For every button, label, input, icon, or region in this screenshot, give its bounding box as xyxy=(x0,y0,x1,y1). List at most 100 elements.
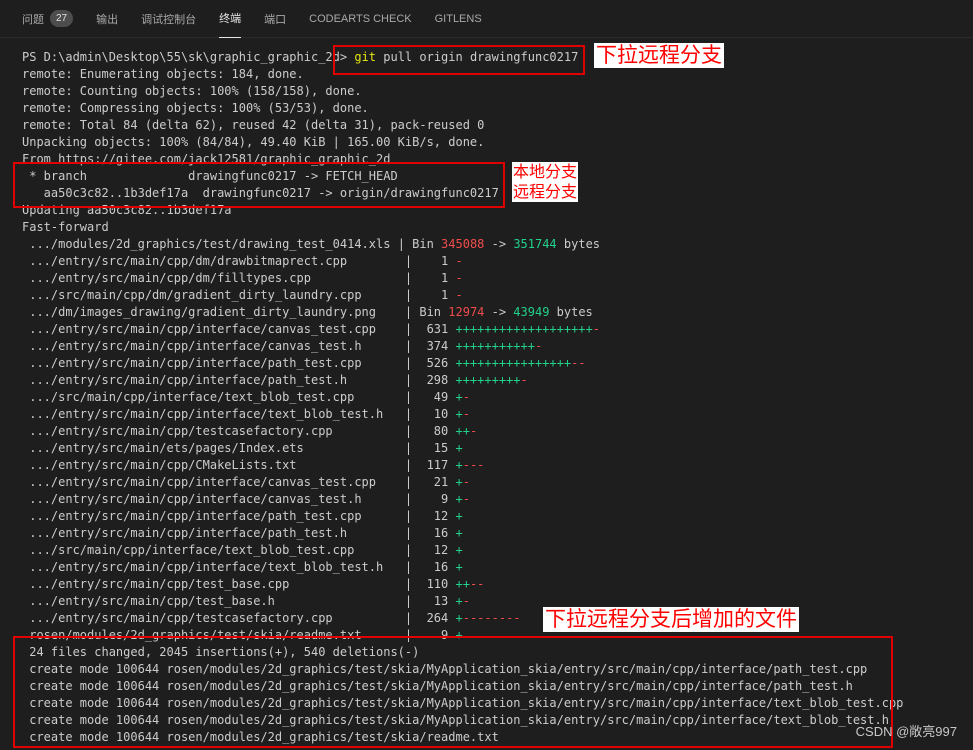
tab-label: 问题 xyxy=(22,13,44,26)
diffstat-plus: ++ xyxy=(455,577,470,591)
terminal-line: Fast-forward xyxy=(22,220,109,234)
diffstat-file: .../src/main/cpp/interface/text_blob_tes… xyxy=(22,390,405,404)
annotation-pull-remote: 下拉远程分支 xyxy=(594,43,724,68)
diffstat-count: 110 xyxy=(419,577,456,591)
diffstat-row: .../entry/src/main/cpp/interface/path_te… xyxy=(22,372,967,389)
diffstat-file: .../entry/src/main/cpp/testcasefactory.c… xyxy=(22,424,405,438)
diffstat-minus: - xyxy=(462,594,470,608)
diffstat-minus: - xyxy=(462,492,470,506)
diffstat-row: .../entry/src/main/cpp/interface/canvas_… xyxy=(22,491,967,508)
diffstat-file: .../entry/src/main/cpp/interface/canvas_… xyxy=(22,475,405,489)
diffstat-size-to: 351744 xyxy=(513,237,557,251)
tab-4[interactable]: 端口 xyxy=(264,0,286,38)
terminal-line: aa50c3c82..1b3def17a drawingfunc0217 -> … xyxy=(22,186,499,200)
prompt-line: PS D:\admin\Desktop\55\sk\graphic_graphi… xyxy=(22,49,967,66)
diffstat-file: .../entry/src/main/ets/pages/Index.ets xyxy=(22,441,405,455)
diffstat-unit: bytes xyxy=(549,305,593,319)
diffstat-separator: | xyxy=(404,271,420,285)
diffstat-separator: | xyxy=(404,339,420,353)
diffstat-file: .../modules/2d_graphics/test/drawing_tes… xyxy=(22,237,398,251)
diffstat-separator: | xyxy=(404,509,420,523)
diffstat-row: .../entry/src/main/cpp/test_base.h | 13 … xyxy=(22,593,967,610)
diffstat-minus: - xyxy=(462,475,470,489)
tab-6[interactable]: GITLENS xyxy=(435,0,482,38)
diffstat-row: .../entry/src/main/cpp/testcasefactory.c… xyxy=(22,610,967,627)
diffstat-count: 12 xyxy=(419,543,456,557)
diffstat-minus: - xyxy=(520,373,528,387)
diffstat-separator: | xyxy=(404,611,420,625)
tab-5[interactable]: CODEARTS CHECK xyxy=(309,0,411,38)
diffstat-count: 1 xyxy=(419,288,456,302)
diffstat-separator: | xyxy=(404,475,420,489)
diffstat-count: 631 xyxy=(419,322,456,336)
diffstat-row: .../entry/src/main/cpp/CMakeLists.txt | … xyxy=(22,457,967,474)
diffstat-file: .../entry/src/main/cpp/test_base.h xyxy=(22,594,405,608)
diffstat-plus: + xyxy=(455,441,463,455)
annotation-remote-branch: 远程分支 xyxy=(512,182,579,202)
diffstat-plus: + xyxy=(455,560,463,574)
tab-2[interactable]: 调试控制台 xyxy=(141,0,196,38)
terminal-line: Updating aa50c3c82..1b3def17a xyxy=(22,203,232,217)
diffstat-minus: - xyxy=(469,424,478,438)
diffstat-file: .../entry/src/main/cpp/interface/path_te… xyxy=(22,373,405,387)
diffstat-count: 21 xyxy=(419,475,456,489)
diffstat-row: .../entry/src/main/cpp/interface/path_te… xyxy=(22,355,967,372)
diffstat-row: .../entry/src/main/cpp/interface/canvas_… xyxy=(22,474,967,491)
diffstat-minus: - xyxy=(534,339,543,353)
diffstat-row: .../entry/src/main/ets/pages/Index.ets |… xyxy=(22,440,967,457)
diffstat-bin: Bin xyxy=(419,305,449,319)
diffstat-count: 298 xyxy=(419,373,456,387)
tab-label: GITLENS xyxy=(434,12,482,25)
diffstat-row: .../entry/src/main/cpp/interface/path_te… xyxy=(22,508,967,525)
diffstat-file: .../dm/images_drawing/gradient_dirty_lau… xyxy=(22,305,405,319)
diffstat-count: 12 xyxy=(419,509,456,523)
diffstat-file: .../entry/src/main/cpp/testcasefactory.c… xyxy=(22,611,405,625)
diffstat-size-to: 43949 xyxy=(513,305,550,319)
tab-1[interactable]: 输出 xyxy=(96,0,118,38)
diffstat-plus: +++++++++++ xyxy=(455,339,535,353)
diffstat-count: 49 xyxy=(419,390,456,404)
diffstat-unit: bytes xyxy=(556,237,601,251)
diffstat-plus: + xyxy=(455,526,463,540)
create-mode-line: create mode 100644 rosen/modules/2d_grap… xyxy=(22,696,904,710)
tab-label: 终端 xyxy=(219,13,242,25)
diff-summary: 24 files changed, 2045 insertions(+), 54… xyxy=(22,645,420,659)
panel-tabbar: 问题 27 输出 调试控制台 终端 端口 CODEARTS CHECK GITLENS xyxy=(0,0,973,38)
diffstat-count: 264 xyxy=(419,611,456,625)
create-mode-line: create mode 100644 rosen/modules/2d_grap… xyxy=(22,713,889,727)
diffstat-size-from: 345088 xyxy=(441,237,485,251)
diffstat-row: .../modules/2d_graphics/test/drawing_tes… xyxy=(22,236,967,253)
diffstat-separator: | xyxy=(404,628,420,642)
prompt: PS D:\admin\Desktop\55\sk\graphic_graphi… xyxy=(22,50,348,64)
terminal-line: remote: Counting objects: 100% (158/158)… xyxy=(22,84,362,98)
diffstat-arrow: -> xyxy=(484,305,514,319)
diffstat-minus: -------- xyxy=(462,611,521,625)
diffstat-separator: | xyxy=(404,594,420,608)
diffstat-row: .../entry/src/main/cpp/interface/canvas_… xyxy=(22,338,967,355)
diffstat-file: .../entry/src/main/cpp/CMakeLists.txt xyxy=(22,458,405,472)
annotation-added-files: 下拉远程分支后增加的文件 xyxy=(543,607,799,632)
tab-0[interactable]: 问题 27 xyxy=(22,0,74,38)
diffstat-row: .../entry/src/main/cpp/testcasefactory.c… xyxy=(22,423,967,440)
diffstat-file: .../entry/src/main/cpp/dm/drawbitmaprect… xyxy=(22,254,405,268)
diffstat-bin: Bin xyxy=(412,237,442,251)
terminal-output[interactable]: PS D:\admin\Desktop\55\sk\graphic_graphi… xyxy=(22,49,967,750)
diffstat-minus: - xyxy=(455,288,463,302)
terminal-line: * branch drawingfunc0217 -> FETCH_HEAD xyxy=(22,169,398,183)
diffstat-separator: | xyxy=(404,322,420,336)
diffstat-count: 1 xyxy=(419,254,456,268)
diffstat-separator: | xyxy=(404,543,420,557)
diffstat-plus: ++++++++++++++++ xyxy=(455,356,572,370)
diffstat-plus: ++ xyxy=(455,424,470,438)
diffstat-count: 15 xyxy=(419,441,456,455)
diffstat-separator: | xyxy=(404,492,420,506)
diffstat-file: .../entry/src/main/cpp/interface/canvas_… xyxy=(22,492,405,506)
annotation-local-branch: 本地分支 xyxy=(512,162,579,182)
tab-3[interactable]: 终端 xyxy=(219,0,242,38)
diffstat-row: .../entry/src/main/cpp/dm/drawbitmaprect… xyxy=(22,253,967,270)
diffstat-file: .../entry/src/main/cpp/interface/canvas_… xyxy=(22,322,405,336)
terminal-line: remote: Compressing objects: 100% (53/53… xyxy=(22,101,369,115)
diffstat-separator: | xyxy=(404,254,420,268)
diffstat-plus: +++++++++++++++++++ xyxy=(455,322,593,336)
tab-label: 端口 xyxy=(264,13,287,26)
